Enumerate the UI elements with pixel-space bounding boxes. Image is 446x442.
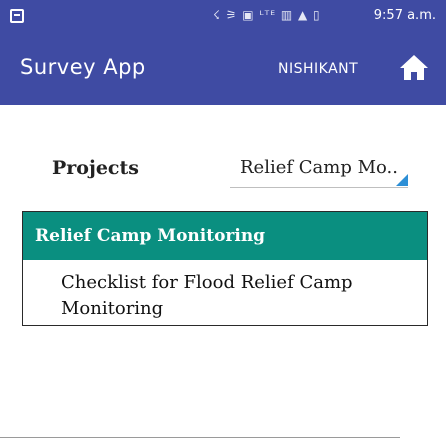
status-time: 9:57 a.m. <box>373 8 436 23</box>
status-bar: ☇ ⚞ ▣ ᴸᵀᴱ ▥ ▲ ▯ 9:57 a.m. <box>0 0 446 33</box>
projects-dropdown-value: Relief Camp Mo.. <box>240 157 398 178</box>
notification-icon <box>10 9 24 23</box>
card-header: Relief Camp Monitoring <box>23 212 427 260</box>
app-title: Survey App <box>20 55 146 79</box>
app-bar: Survey App NISHIKANT <box>0 33 446 105</box>
project-card: Relief Camp Monitoring Checklist for Flo… <box>22 211 428 326</box>
bottom-divider <box>0 437 400 438</box>
dropdown-arrow-icon <box>396 174 408 186</box>
user-name[interactable]: NISHIKANT <box>278 61 358 77</box>
status-icons: ☇ ⚞ ▣ ᴸᵀᴱ ▥ ▲ ▯ <box>213 8 321 22</box>
dropdown-underline <box>230 187 408 188</box>
home-icon[interactable] <box>397 50 431 84</box>
projects-dropdown[interactable]: Relief Camp Mo.. <box>230 148 408 188</box>
projects-label: Projects <box>52 157 139 179</box>
checklist-item[interactable]: Checklist for Flood Relief Camp Monitori… <box>23 260 427 322</box>
